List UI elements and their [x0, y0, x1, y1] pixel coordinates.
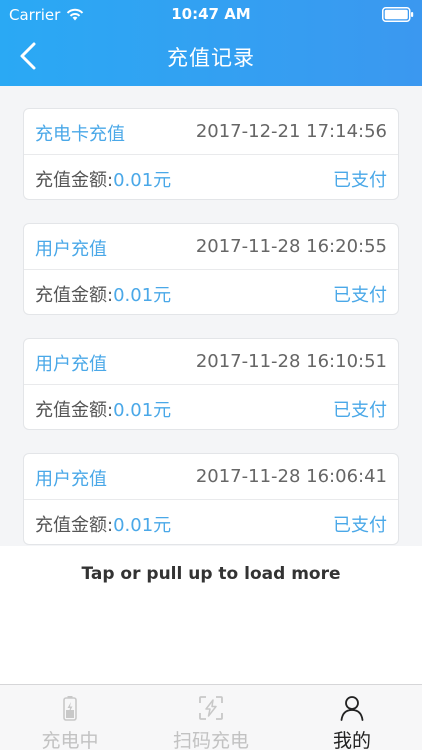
amount-row: 充值金额:0.01元: [35, 166, 171, 192]
record-card[interactable]: 用户充值 2017-11-28 16:06:41 充值金额:0.01元 已支付: [23, 453, 399, 545]
record-card[interactable]: 用户充值 2017-11-28 16:20:55 充值金额:0.01元 已支付: [23, 223, 399, 315]
record-type: 充电卡充值: [35, 124, 125, 145]
tab-label: 扫码充电: [172, 730, 249, 750]
record-type: 用户充值: [35, 239, 107, 260]
amount-label: 充值金额:: [35, 170, 114, 191]
record-time: 2017-11-28 16:10:51: [195, 351, 387, 372]
load-more-button[interactable]: Tap or pull up to load more: [0, 564, 422, 584]
record-card-body: 充值金额:0.01元 已支付: [24, 155, 398, 200]
tab-scan[interactable]: 扫码充电: [141, 685, 281, 750]
page-title: 充值记录: [167, 46, 255, 70]
amount-value: 0.01元: [113, 515, 172, 536]
payment-status: 已支付: [333, 285, 387, 306]
record-list[interactable]: 充电卡充值 2017-12-21 17:14:56 充值金额:0.01元 已支付…: [0, 86, 422, 546]
scan-icon: [199, 696, 223, 720]
amount-row: 充值金额:0.01元: [35, 396, 171, 422]
load-more-area: Tap or pull up to load more: [0, 546, 422, 684]
tab-me[interactable]: 我的: [282, 685, 422, 750]
tab-charging[interactable]: 充电中: [0, 685, 140, 750]
amount-value: 0.01元: [113, 170, 172, 191]
clock: 10:47 AM: [171, 5, 251, 23]
payment-status: 已支付: [333, 400, 387, 421]
record-card-header: 用户充值 2017-11-28 16:10:51: [24, 339, 398, 385]
record-time: 2017-11-28 16:06:41: [195, 466, 387, 487]
record-card[interactable]: 充电卡充值 2017-12-21 17:14:56 充值金额:0.01元 已支付: [23, 108, 399, 200]
amount-row: 充值金额:0.01元: [35, 511, 171, 537]
record-time: 2017-11-28 16:20:55: [195, 236, 387, 257]
header: Carrier 10:47 AM 充值记录: [0, 0, 422, 86]
tab-label: 我的: [332, 730, 371, 750]
amount-label: 充值金额:: [35, 400, 114, 421]
payment-status: 已支付: [333, 515, 387, 536]
record-card-body: 充值金额:0.01元 已支付: [24, 500, 398, 545]
record-card-body: 充值金额:0.01元 已支付: [24, 270, 398, 315]
record-time: 2017-12-21 17:14:56: [195, 121, 387, 142]
record-type: 用户充值: [35, 469, 107, 490]
record-card-header: 用户充值 2017-11-28 16:20:55: [24, 224, 398, 270]
user-icon: [340, 696, 364, 721]
battery-charging-icon: [63, 696, 77, 721]
payment-status: 已支付: [333, 170, 387, 191]
record-card-header: 用户充值 2017-11-28 16:06:41: [24, 454, 398, 500]
record-type: 用户充值: [35, 354, 107, 375]
amount-label: 充值金额:: [35, 515, 114, 536]
amount-value: 0.01元: [113, 285, 172, 306]
amount-row: 充值金额:0.01元: [35, 281, 171, 307]
amount-value: 0.01元: [113, 400, 172, 421]
amount-label: 充值金额:: [35, 285, 114, 306]
status-bar: Carrier 10:47 AM: [0, 0, 422, 30]
record-card-header: 充电卡充值 2017-12-21 17:14:56: [24, 109, 398, 155]
record-card-body: 充值金额:0.01元 已支付: [24, 385, 398, 430]
screen: Carrier 10:47 AM 充值记录 充电卡充值 2017-12-21 1…: [0, 0, 422, 750]
battery-icon: [382, 7, 414, 22]
record-card[interactable]: 用户充值 2017-11-28 16:10:51 充值金额:0.01元 已支付: [23, 338, 399, 430]
tab-bar: 充电中 扫码充电 我的: [0, 684, 422, 750]
tab-label: 充电中: [41, 730, 99, 750]
